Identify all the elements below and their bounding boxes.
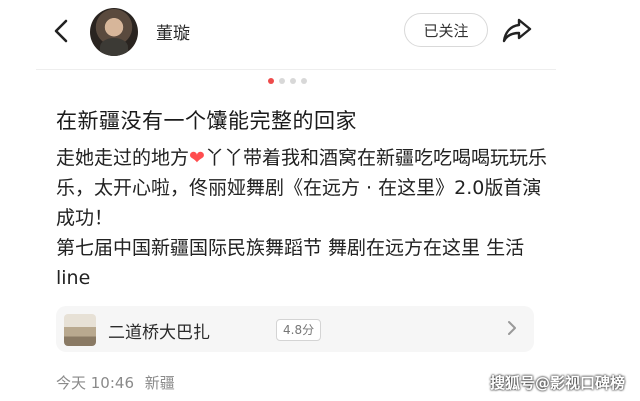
chevron-right-icon: [508, 321, 516, 335]
location-rating-badge: 4.8分: [276, 319, 322, 341]
post-header: 董璇 已关注: [0, 0, 640, 64]
back-button[interactable]: [48, 16, 76, 46]
carousel-indicator: [268, 78, 307, 84]
chevron-left-icon: [54, 19, 68, 43]
watermark: 搜狐号@影视口碑榜: [490, 374, 626, 392]
post-body-paragraph: 走她走过的地方❤丫丫带着我和酒窝在新疆吃吃喝喝玩玩乐乐，太开心啦，佟丽娅舞剧《在…: [56, 143, 556, 233]
share-arrow-icon: [502, 18, 532, 43]
avatar[interactable]: [90, 8, 138, 56]
follow-button[interactable]: 已关注: [404, 13, 488, 47]
post-body-text: 走她走过的地方: [56, 147, 190, 169]
carousel-dot[interactable]: [290, 78, 296, 84]
post-location-tag: 新疆: [144, 374, 175, 392]
post-body-topics[interactable]: 第七届中国新疆国际民族舞蹈节 舞剧在远方在这里 生活line: [56, 233, 556, 293]
image-carousel-edge: [36, 69, 556, 70]
post-title: 在新疆没有一个馕能完整的回家: [56, 109, 357, 133]
carousel-dot[interactable]: [268, 78, 274, 84]
post-body: 走她走过的地方❤丫丫带着我和酒窝在新疆吃吃喝喝玩玩乐乐，太开心啦，佟丽娅舞剧《在…: [56, 143, 556, 293]
carousel-dot[interactable]: [301, 78, 307, 84]
post-meta: 今天 10:46 新疆: [56, 372, 181, 393]
heart-icon: ❤: [189, 147, 205, 169]
carousel-dot[interactable]: [279, 78, 285, 84]
username[interactable]: 董璇: [156, 19, 190, 44]
location-thumbnail: [64, 314, 96, 346]
share-button[interactable]: [500, 14, 534, 46]
post-time: 今天 10:46: [56, 374, 134, 392]
location-name: 二道桥大巴扎: [108, 323, 210, 343]
location-card[interactable]: 二道桥大巴扎 4.8分: [56, 306, 534, 352]
